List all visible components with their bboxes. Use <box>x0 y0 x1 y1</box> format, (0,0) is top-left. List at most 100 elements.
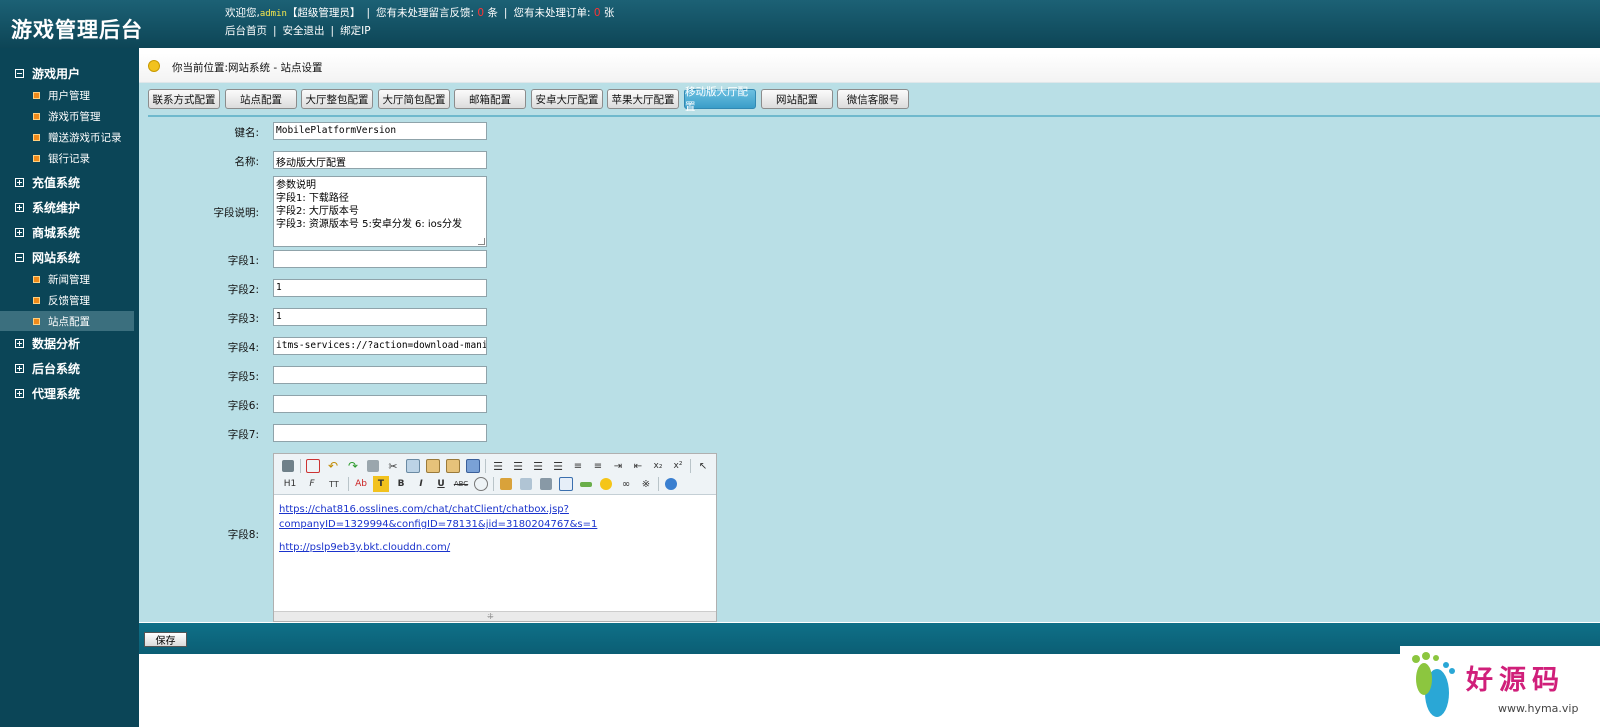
sidebar-item-label: 用户管理 <box>48 89 90 102</box>
field5-input[interactable] <box>273 366 487 384</box>
field7-input[interactable] <box>273 424 487 442</box>
font-size-icon[interactable]: TT <box>324 476 344 492</box>
sidebar-item-user-manage[interactable]: 用户管理 <box>0 85 134 105</box>
bind-ip-link[interactable]: 绑定IP <box>340 25 370 37</box>
field2-input[interactable]: 1 <box>273 279 487 297</box>
justify-icon[interactable]: ☰ <box>550 458 566 474</box>
sidebar-group-recharge[interactable]: 充值系统 <box>15 174 80 191</box>
heading-icon[interactable]: H1 <box>280 476 300 492</box>
key-field[interactable]: MobilePlatformVersion <box>273 122 487 140</box>
editor-content[interactable]: https://chat816.osslines.com/chat/chatCl… <box>279 502 709 555</box>
align-right-icon[interactable]: ☰ <box>530 458 546 474</box>
media-icon[interactable] <box>538 476 554 492</box>
feedback-unit: 条 <box>487 7 498 19</box>
print-icon[interactable] <box>365 458 381 474</box>
sidebar-item-bank-records[interactable]: 银行记录 <box>0 148 134 168</box>
paste-word-icon[interactable] <box>465 458 481 474</box>
watermark-text: 好源码 <box>1466 665 1565 696</box>
emoticon-icon[interactable] <box>598 476 614 492</box>
sidebar-item-news[interactable]: 新闻管理 <box>0 269 134 289</box>
sidebar-item-label: 新闻管理 <box>48 273 90 286</box>
font-family-icon[interactable]: F <box>304 476 320 492</box>
tab-mobile-hall[interactable]: 移动版大厅配置 <box>684 86 756 113</box>
help-icon[interactable] <box>663 476 679 492</box>
cdn-link[interactable]: http://pslp9eb3y.bkt.clouddn.com/ <box>279 540 709 555</box>
sidebar-item-feedback[interactable]: 反馈管理 <box>0 290 134 310</box>
subscript-icon[interactable]: x₂ <box>650 458 666 474</box>
tab-wechat-service[interactable]: 微信客服号 <box>837 89 909 109</box>
location-icon <box>148 60 160 72</box>
underline-icon[interactable]: U <box>433 476 449 492</box>
redo-icon[interactable]: ↷ <box>345 458 361 474</box>
paste-text-icon[interactable] <box>445 458 461 474</box>
chat-link-line1[interactable]: https://chat816.osslines.com/chat/chatCl… <box>279 502 709 517</box>
font-color-icon[interactable]: Ab <box>353 476 369 492</box>
preview-icon[interactable] <box>305 458 321 474</box>
tab-contact-config[interactable]: 联系方式配置 <box>148 89 220 109</box>
hr-icon[interactable] <box>578 476 594 492</box>
flash-icon[interactable] <box>518 476 534 492</box>
field6-input[interactable] <box>273 395 487 413</box>
strikethrough-icon[interactable]: ABC <box>453 476 469 492</box>
watermark-logo: 好源码 www.hyma.vip <box>1400 646 1600 727</box>
sidebar-group-maintenance[interactable]: 系统维护 <box>15 199 80 216</box>
table-icon[interactable] <box>558 476 574 492</box>
tab-android-hall[interactable]: 安卓大厅配置 <box>531 89 603 109</box>
field4-input[interactable]: itms-services://?action=download-manifes… <box>273 337 487 355</box>
collapse-icon <box>15 69 24 78</box>
name-field[interactable]: 移动版大厅配置 <box>273 151 487 169</box>
desc-textarea[interactable]: 参数说明 字段1: 下载路径 字段2: 大厅版本号 字段3: 资源版本号 5:安… <box>273 176 487 247</box>
user-role: 【超级管理员】 <box>286 7 361 19</box>
tab-ios-hall[interactable]: 苹果大厅配置 <box>607 89 679 109</box>
ordered-list-icon[interactable]: ≡ <box>570 458 586 474</box>
highlight-icon[interactable]: T <box>373 476 389 492</box>
resize-grip-icon[interactable]: ⁜ <box>487 612 494 621</box>
field1-input[interactable] <box>273 250 487 268</box>
sidebar-group-label: 代理系统 <box>32 387 81 401</box>
align-center-icon[interactable]: ☰ <box>510 458 526 474</box>
save-button[interactable]: 保存 <box>144 632 187 647</box>
link-icon[interactable]: ∞ <box>618 476 634 492</box>
unlink-icon[interactable]: ※ <box>638 476 654 492</box>
tab-website-config[interactable]: 网站配置 <box>761 89 833 109</box>
expand-icon <box>15 389 24 398</box>
image-icon[interactable] <box>498 476 514 492</box>
breadcrumb: 你当前位置:网站系统 - 站点设置 <box>172 62 323 74</box>
logout-link[interactable]: 安全退出 <box>283 25 325 37</box>
tab-site-config[interactable]: 站点配置 <box>225 89 297 109</box>
superscript-icon[interactable]: x² <box>670 458 686 474</box>
sidebar-group-website[interactable]: 网站系统 <box>15 249 80 266</box>
chat-link-line2[interactable]: companyID=1329994&configID=78131&jid=318… <box>279 517 709 532</box>
field3-input[interactable]: 1 <box>273 308 487 326</box>
sidebar-group-analytics[interactable]: 数据分析 <box>15 335 80 352</box>
sidebar-item-site-config[interactable]: 站点配置 <box>0 311 134 331</box>
source-icon[interactable] <box>280 458 296 474</box>
sidebar-item-label: 站点配置 <box>48 315 90 328</box>
sidebar-group-backend[interactable]: 后台系统 <box>15 360 80 377</box>
tab-hall-lite-package[interactable]: 大厅简包配置 <box>378 89 450 109</box>
tab-hall-full-package[interactable]: 大厅整包配置 <box>301 89 373 109</box>
italic-icon[interactable]: I <box>413 476 429 492</box>
cut-icon[interactable]: ✂ <box>385 458 401 474</box>
tab-mail-config[interactable]: 邮箱配置 <box>454 89 526 109</box>
sidebar-item-coin-manage[interactable]: 游戏币管理 <box>0 106 134 126</box>
sidebar-group-mall[interactable]: 商城系统 <box>15 224 80 241</box>
remove-format-icon[interactable] <box>473 476 489 492</box>
editor-resize-bar[interactable]: ⁜ <box>274 611 716 621</box>
order-count[interactable]: 0 <box>594 7 601 19</box>
paste-icon[interactable] <box>425 458 441 474</box>
sidebar-item-gift-coin-records[interactable]: 赠送游戏币记录 <box>0 127 134 147</box>
unordered-list-icon[interactable]: ≡ <box>590 458 606 474</box>
bold-icon[interactable]: B <box>393 476 409 492</box>
feedback-count[interactable]: 0 <box>477 7 484 19</box>
outdent-icon[interactable]: ⇤ <box>630 458 646 474</box>
home-link[interactable]: 后台首页 <box>225 25 267 37</box>
sidebar-group-agent[interactable]: 代理系统 <box>15 385 80 402</box>
undo-icon[interactable]: ↶ <box>325 458 341 474</box>
indent-icon[interactable]: ⇥ <box>610 458 626 474</box>
sidebar-group-game-users[interactable]: 游戏用户 <box>15 65 80 82</box>
select-all-icon[interactable]: ↖ <box>695 458 711 474</box>
align-left-icon[interactable]: ☰ <box>490 458 506 474</box>
copy-icon[interactable] <box>405 458 421 474</box>
desc-label: 字段说明: <box>213 207 259 219</box>
